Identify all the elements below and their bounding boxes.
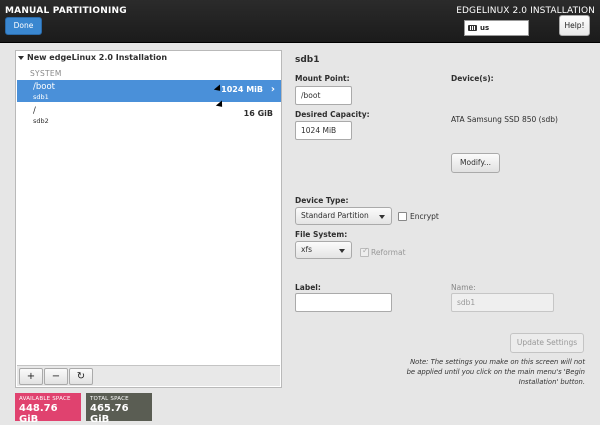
file-system-select[interactable]: xfs bbox=[295, 241, 352, 259]
desired-capacity-label: Desired Capacity: bbox=[295, 110, 370, 119]
help-button[interactable]: Help! bbox=[559, 15, 590, 36]
device-name: ATA Samsung SSD 850 (sdb) bbox=[451, 115, 558, 124]
device-type-select[interactable]: Standard Partition bbox=[295, 207, 392, 225]
keyboard-icon bbox=[468, 25, 477, 31]
partition-size: 1024 MiB bbox=[221, 85, 263, 94]
partition-toolbar: + − ↻ bbox=[17, 365, 280, 386]
total-space-value: 465.76 GiB bbox=[90, 403, 129, 425]
reformat-label: Reformat bbox=[371, 248, 406, 257]
name-field[interactable]: sdb1 bbox=[451, 293, 554, 312]
partition-row-boot[interactable]: /boot sdb1 1024 MiB › bbox=[17, 80, 281, 102]
partition-device: sdb1 bbox=[33, 93, 49, 101]
keyboard-layout-indicator[interactable]: us bbox=[464, 20, 529, 36]
partition-tree-panel: New edgeLinux 2.0 Installation SYSTEM /b… bbox=[15, 50, 282, 388]
dropdown-arrow-icon bbox=[379, 215, 385, 219]
encrypt-checkbox[interactable] bbox=[398, 212, 407, 221]
label-field-label: Label: bbox=[295, 283, 321, 292]
settings-note: Note: The settings you make on this scre… bbox=[406, 358, 585, 386]
device-type-value: Standard Partition bbox=[301, 211, 369, 220]
mount-point-label: Mount Point: bbox=[295, 74, 350, 83]
add-partition-button[interactable]: + bbox=[19, 367, 43, 385]
devices-label: Device(s): bbox=[451, 74, 494, 83]
installation-label: New edgeLinux 2.0 Installation bbox=[27, 53, 168, 62]
selected-device-heading: sdb1 bbox=[295, 55, 320, 65]
encrypt-label: Encrypt bbox=[410, 212, 439, 221]
partition-device: sdb2 bbox=[33, 117, 49, 125]
partition-row-root[interactable]: / sdb2 16 GiB bbox=[17, 104, 281, 126]
update-settings-button[interactable]: Update Settings bbox=[510, 333, 584, 353]
partition-mount: /boot bbox=[33, 82, 55, 92]
remove-partition-button[interactable]: − bbox=[44, 367, 68, 385]
done-button[interactable]: Done bbox=[5, 17, 42, 35]
partition-mount: / bbox=[33, 106, 36, 116]
partition-size: 16 GiB bbox=[243, 109, 273, 118]
system-group-label: SYSTEM bbox=[30, 69, 62, 78]
available-space-badge: AVAILABLE SPACE 448.76 GiB bbox=[15, 393, 81, 425]
reformat-checkbox[interactable]: ✓ bbox=[360, 246, 369, 257]
refresh-icon[interactable]: ↻ bbox=[69, 367, 93, 385]
file-system-value: xfs bbox=[301, 245, 312, 254]
keyboard-layout-label: us bbox=[480, 24, 490, 32]
checkmark-icon: ✓ bbox=[362, 246, 369, 255]
expand-triangle-icon bbox=[18, 55, 24, 60]
file-system-label: File System: bbox=[295, 230, 348, 239]
chevron-right-icon: › bbox=[270, 84, 275, 95]
dropdown-arrow-icon bbox=[339, 249, 345, 253]
total-space-badge: TOTAL SPACE 465.76 GiB bbox=[86, 393, 152, 425]
label-field[interactable] bbox=[295, 293, 392, 312]
desired-capacity-field[interactable]: 1024 MiB bbox=[295, 121, 352, 140]
available-space-caption: AVAILABLE SPACE bbox=[19, 396, 71, 402]
page-title: MANUAL PARTITIONING bbox=[5, 6, 127, 16]
name-field-label: Name: bbox=[451, 283, 476, 292]
device-type-label: Device Type: bbox=[295, 196, 349, 205]
mount-point-field[interactable]: /boot bbox=[295, 86, 352, 105]
modify-button[interactable]: Modify... bbox=[451, 153, 500, 173]
total-space-caption: TOTAL SPACE bbox=[90, 396, 129, 402]
available-space-value: 448.76 GiB bbox=[19, 403, 58, 425]
installation-expander[interactable]: New edgeLinux 2.0 Installation bbox=[18, 53, 167, 62]
header-bar: MANUAL PARTITIONING Done EDGELINUX 2.0 I… bbox=[0, 0, 600, 43]
